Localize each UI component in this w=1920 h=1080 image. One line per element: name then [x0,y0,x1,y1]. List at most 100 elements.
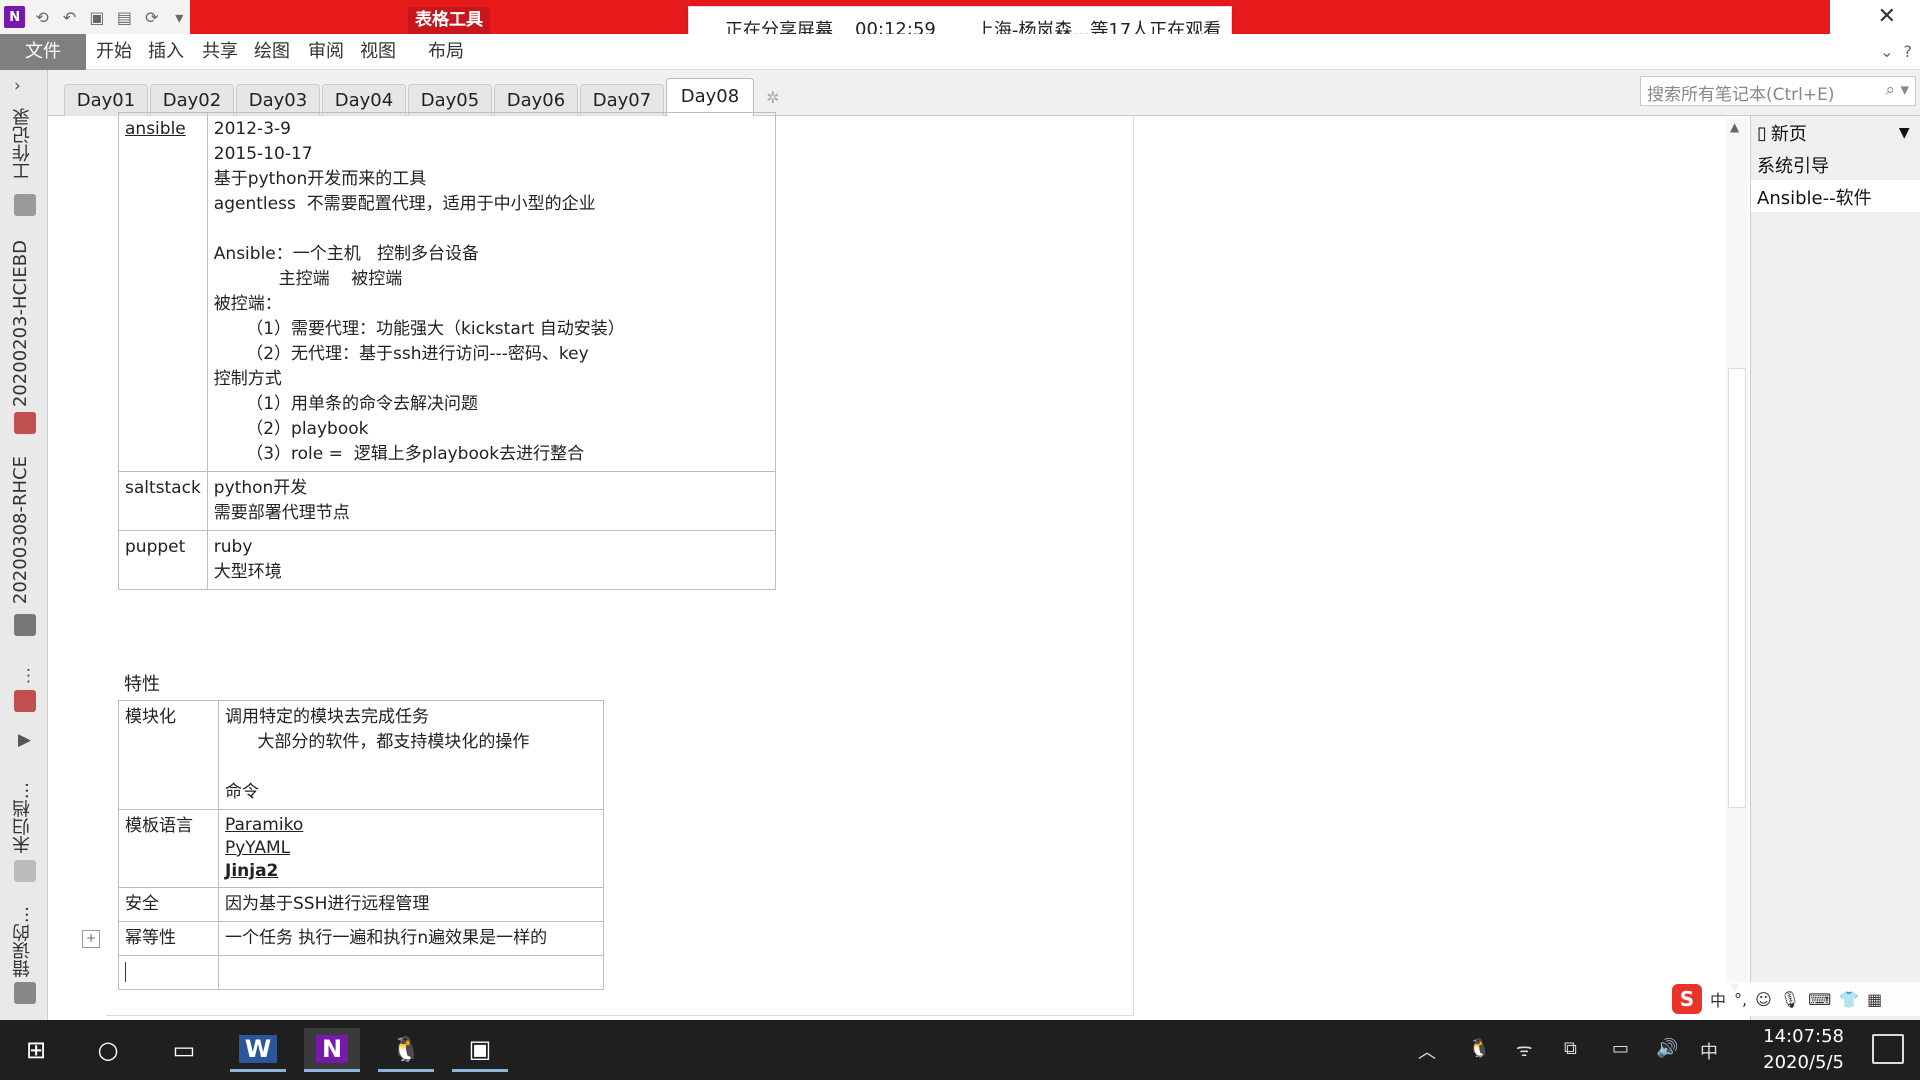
play-icon[interactable]: ▶ [18,730,31,750]
skin-icon[interactable]: 👕 [1839,990,1859,1009]
emoji-icon[interactable]: ☺ [1755,990,1772,1009]
qq-app-icon[interactable]: 🐧 [378,1028,434,1072]
table-row-insert-handle[interactable]: + [82,930,100,948]
page-scrollbar[interactable]: ▲ ▼ [1726,118,1748,998]
volume-icon[interactable]: 🔊 [1656,1038,1678,1059]
more-icon[interactable]: ⋮ [20,666,37,686]
notebook-hciebd[interactable]: 20200203-HCIEBD [10,240,31,407]
tool-name-cell[interactable]: saltstack [118,471,208,531]
tool-name-cell[interactable]: ansible [118,112,208,472]
forward-icon[interactable]: ⟳ [141,6,162,28]
keyboard-icon[interactable]: ⌨ [1808,990,1831,1009]
tool-name: saltstack [125,478,201,498]
feature-desc-cell[interactable]: 调用特定的模块去完成任务 大部分的软件，都支持模块化的操作 命令 [218,700,604,810]
desc-line: 被控端： [213,294,282,314]
wifi-icon[interactable]: ᯤ [1516,1038,1532,1062]
tab-layout[interactable]: 布局 [428,34,464,70]
network-icon[interactable]: ⧉ [1564,1038,1577,1059]
feature-name-cell[interactable] [118,955,219,990]
tool-desc-cell[interactable]: ruby 大型环境 [206,530,777,590]
notebook-work-log[interactable]: 工作记录 [10,108,36,180]
search-circle-icon[interactable]: ○ [80,1028,136,1072]
feature-name-cell[interactable]: 模块化 [118,700,219,810]
dock-icon[interactable]: ▣ [86,6,107,28]
notebook-unfiled[interactable]: 未归档... [10,782,36,853]
feature-desc-cell[interactable]: 因为基于SSH进行远程管理 [218,887,604,922]
features-heading[interactable]: 特性 [124,670,160,696]
feature-desc-cell[interactable]: 一个任务 执行一遍和执行n遍效果是一样的 [218,921,604,956]
notebook-rhce[interactable]: 20200308-RHCE [10,456,31,604]
scrollbar-thumb[interactable] [1728,368,1746,808]
section-tab-day08[interactable]: Day08 [666,78,754,116]
feature-name-cell[interactable]: 安全 [118,887,219,922]
ime-mode[interactable]: 中 [1710,987,1726,1011]
notebook-misfiled[interactable]: 错误的... [10,906,36,977]
microphone-icon[interactable]: 🎙 [1780,990,1800,1009]
page-item-selected[interactable]: Ansible--软件 [1757,184,1872,210]
notebook-help-icon[interactable] [14,982,36,1004]
tab-home[interactable]: 开始 [96,34,132,70]
table-row: puppet ruby 大型环境 [118,530,777,590]
notebook-icon[interactable] [14,412,36,434]
help-icon[interactable]: ? [1904,42,1913,61]
search-icon[interactable]: ⌕ ▾ [1886,80,1909,102]
new-page-button[interactable]: ▯ 新页 ▼ [1757,120,1910,146]
file-tab[interactable]: 文件 [0,34,86,70]
desc-line: 主控端 被控端 [213,269,403,289]
feature-name-cell[interactable]: 幂等性 [118,921,219,956]
notebook-icon[interactable] [14,614,36,636]
scroll-up-icon[interactable]: ▲ [1730,120,1739,134]
notebook-icon[interactable] [14,690,36,712]
tab-share[interactable]: 共享 [202,34,238,70]
feature-desc-cell[interactable]: Paramiko PyYAML Jinja2 [218,809,604,888]
onenote-app-icon[interactable]: N [4,6,26,28]
sogou-ime-logo-icon[interactable]: S [1672,984,1702,1014]
meeting-app-icon[interactable]: ▣ [452,1028,508,1072]
clock-date: 2020/5/5 [1763,1052,1844,1073]
start-windows-icon[interactable]: ⊞ [8,1028,64,1072]
input-language[interactable]: 中 [1700,1038,1718,1064]
desc-line: 基于python开发而来的工具 [213,169,427,189]
tool-desc-cell[interactable]: 2012-3-9 2015-10-17 基于python开发而来的工具 agen… [206,112,777,472]
tag-icon[interactable] [14,860,36,882]
back-icon[interactable]: ⟲ [31,6,52,28]
customize-qat-icon[interactable]: ▾ [169,6,190,28]
tab-draw[interactable]: 绘图 [254,34,290,70]
desc-line: （2）playbook [213,419,369,439]
page-icon[interactable]: ▤ [114,6,135,28]
new-page-dropdown-icon[interactable]: ▼ [1899,125,1910,141]
tray-expand-icon[interactable]: ︿ [1418,1038,1436,1064]
feature-name-cell[interactable]: 模板语言 [118,809,219,888]
undo-icon[interactable]: ↶ [59,6,80,28]
page-item[interactable]: 系统引导 [1757,152,1829,178]
clock-time: 14:07:58 [1763,1026,1844,1047]
battery-icon[interactable]: ▭ [1612,1038,1629,1059]
tab-insert[interactable]: 插入 [148,34,184,70]
close-window-button[interactable]: ✕ [1878,4,1896,29]
file-explorer-icon[interactable]: ▭ [156,1028,212,1072]
expand-notebooks-icon[interactable]: › [14,76,21,96]
collapse-ribbon-icon[interactable]: ⌄ [1880,42,1893,61]
tool-desc-cell[interactable]: python开发 需要部署代理节点 [206,471,777,531]
tab-view[interactable]: 视图 [360,34,396,70]
toolbox-icon[interactable]: ▦ [1867,990,1882,1009]
tools-comparison-table[interactable]: ansible 2012-3-9 2015-10-17 基于python开发而来… [118,112,777,590]
system-clock[interactable]: 14:07:58 2020/5/5 [1763,1024,1844,1076]
feature-desc-cell[interactable] [218,955,604,990]
feature-name: 幂等性 [125,928,176,948]
desc-line: Paramiko [225,815,304,835]
onenote-app-icon[interactable]: N [304,1028,360,1072]
tab-review[interactable]: 审阅 [308,34,344,70]
feature-name: 模块化 [125,707,176,727]
notebook-icon[interactable] [14,194,36,216]
features-table[interactable]: 模块化 调用特定的模块去完成任务 大部分的软件，都支持模块化的操作 命令 模板语… [118,700,604,990]
table-row: saltstack python开发 需要部署代理节点 [118,471,777,531]
tool-name-cell[interactable]: puppet [118,530,208,590]
tray-qq-icon[interactable]: 🐧 [1468,1038,1490,1059]
punctuation-icon[interactable]: °, [1734,990,1747,1009]
search-notebooks-input[interactable]: 搜索所有笔记本(Ctrl+E) ⌕ ▾ [1640,76,1916,106]
word-app-icon[interactable]: W [230,1028,286,1072]
desc-line: 命令 [225,782,259,802]
action-center-icon[interactable] [1872,1034,1904,1064]
page-canvas[interactable]: ansible 2012-3-9 2015-10-17 基于python开发而来… [48,112,1750,1020]
